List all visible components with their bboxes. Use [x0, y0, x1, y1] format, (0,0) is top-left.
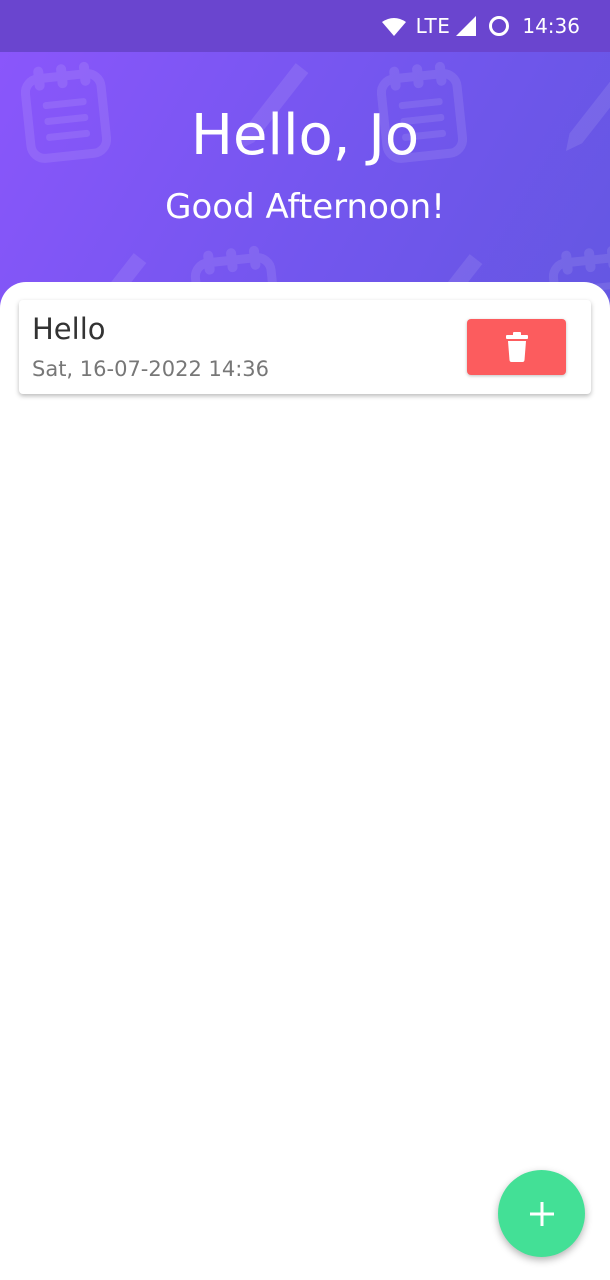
trash-icon: [505, 332, 528, 362]
status-icons: LTE 14:36: [381, 0, 580, 52]
clock-time: 14:36: [522, 14, 580, 38]
delete-note-button[interactable]: [467, 319, 566, 375]
greeting-subtitle: Good Afternoon!: [165, 187, 445, 227]
greeting-title: Hello, Jo: [190, 103, 420, 168]
note-card[interactable]: Hello Sat, 16-07-2022 14:36: [19, 300, 591, 394]
cell-signal-icon: [456, 16, 477, 36]
network-type: LTE: [415, 14, 451, 38]
note-title: Hello: [32, 312, 106, 346]
note-date: Sat, 16-07-2022 14:36: [32, 357, 270, 381]
notes-list: Hello Sat, 16-07-2022 14:36: [0, 282, 610, 1280]
sync-circle-icon: [488, 15, 510, 37]
status-bar: LTE 14:36: [0, 0, 610, 52]
header-banner: Hello, Jo Good Afternoon!: [0, 52, 610, 312]
plus-icon: [529, 1201, 554, 1226]
add-note-button[interactable]: [498, 1170, 585, 1257]
notes-pattern-background: [0, 52, 610, 312]
wifi-icon: [381, 17, 406, 36]
